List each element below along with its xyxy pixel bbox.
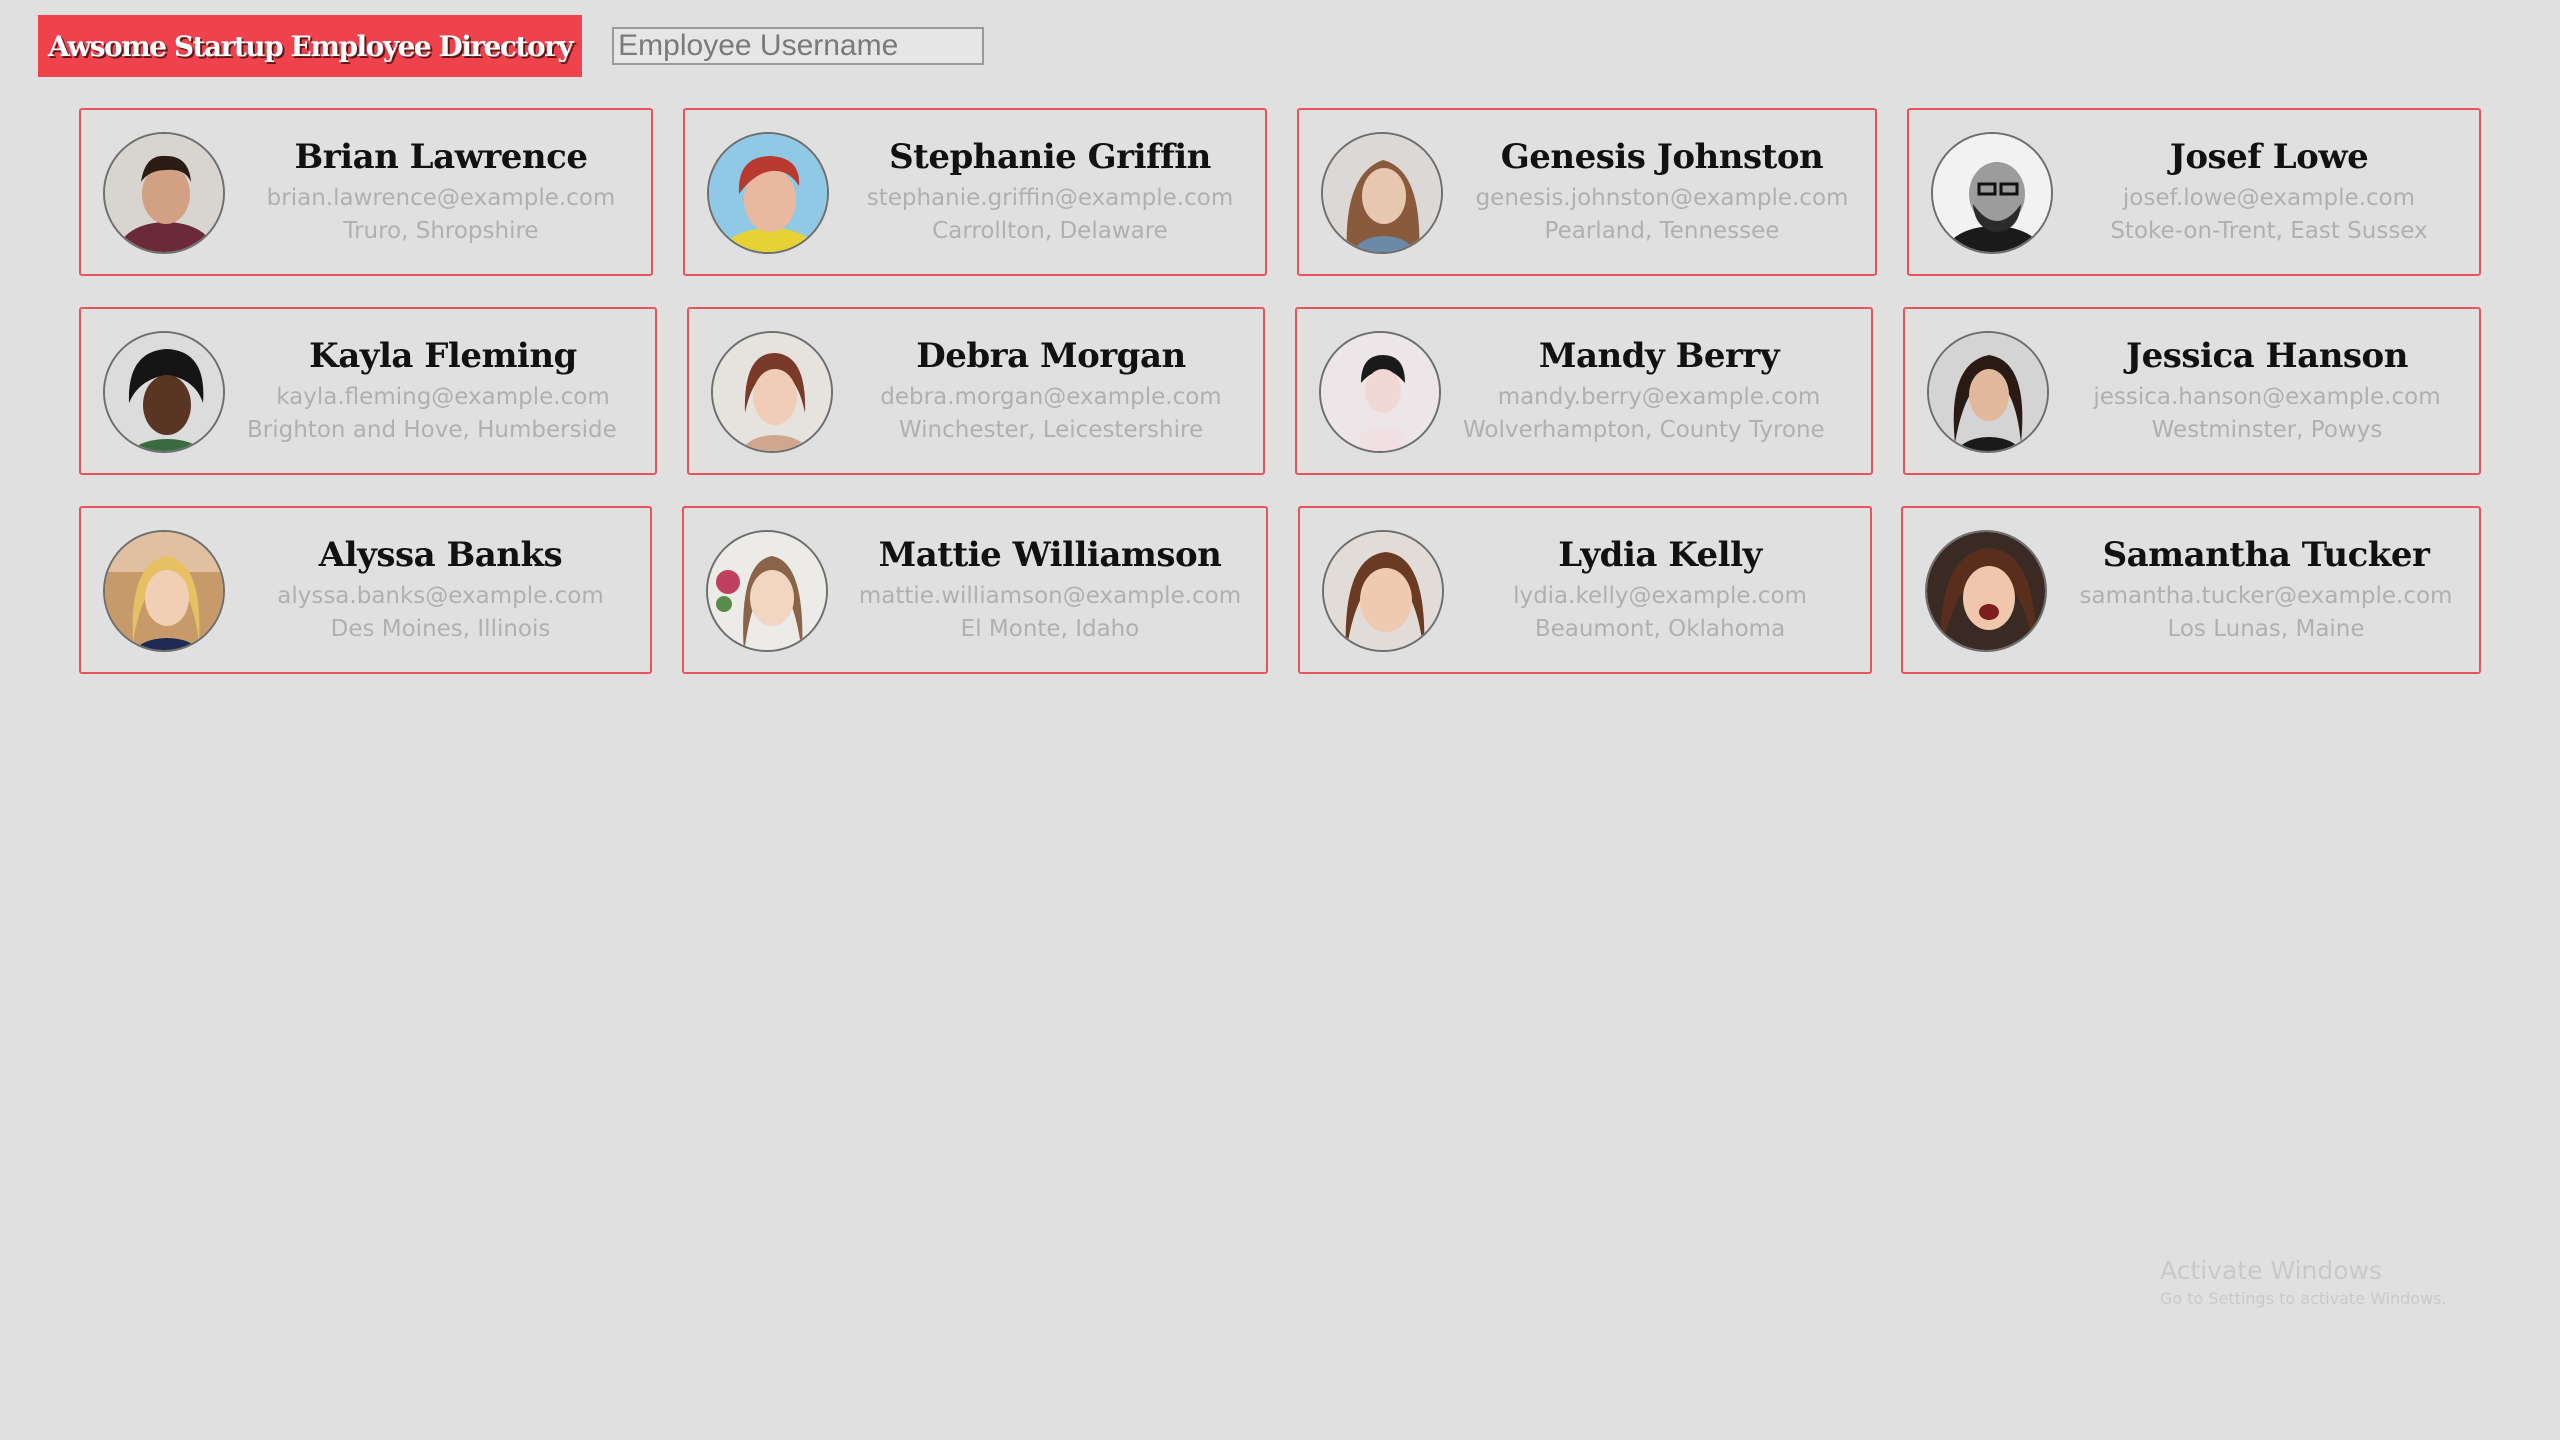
employee-location: Pearland, Tennessee	[1544, 218, 1780, 244]
avatar	[1927, 331, 2049, 453]
employee-location: Stoke-on-Trent, East Sussex	[2110, 218, 2428, 244]
avatar	[1321, 132, 1443, 254]
employee-email: samantha.tucker@example.com	[2079, 583, 2453, 609]
employee-card[interactable]: Jessica Hanson jessica.hanson@example.co…	[1903, 307, 2481, 475]
employee-email: mattie.williamson@example.com	[858, 583, 1242, 609]
employee-email: kayla.fleming@example.com	[276, 384, 610, 410]
employee-email: genesis.johnston@example.com	[1475, 185, 1849, 211]
employee-name: Lydia Kelly	[1558, 535, 1762, 575]
employee-name: Alyssa Banks	[318, 535, 563, 575]
employee-name: Mandy Berry	[1538, 336, 1780, 376]
employee-name: Debra Morgan	[916, 336, 1186, 376]
avatar	[103, 530, 225, 652]
employee-email: lydia.kelly@example.com	[1513, 583, 1807, 609]
employee-email: alyssa.banks@example.com	[277, 583, 604, 609]
employee-name: Stephanie Griffin	[889, 137, 1211, 177]
employee-email: stephanie.griffin@example.com	[866, 185, 1234, 211]
employee-location: Carrollton, Delaware	[932, 218, 1168, 244]
avatar	[711, 331, 833, 453]
watermark-subtitle: Go to Settings to activate Windows.	[2160, 1289, 2447, 1308]
employee-card[interactable]: Mattie Williamson mattie.williamson@exam…	[682, 506, 1268, 674]
employee-email: debra.morgan@example.com	[880, 384, 1222, 410]
employee-location: Winchester, Leicestershire	[898, 417, 1204, 443]
employee-card[interactable]: Genesis Johnston genesis.johnston@exampl…	[1297, 108, 1877, 276]
employee-location: Los Lunas, Maine	[2167, 616, 2365, 642]
avatar	[1322, 530, 1444, 652]
avatar	[103, 331, 225, 453]
employee-card[interactable]: Debra Morgan debra.morgan@example.com Wi…	[687, 307, 1265, 475]
employee-card[interactable]: Brian Lawrence brian.lawrence@example.co…	[79, 108, 653, 276]
activate-windows-watermark: Activate Windows Go to Settings to activ…	[2160, 1255, 2447, 1311]
employee-email: mandy.berry@example.com	[1497, 384, 1821, 410]
avatar	[103, 132, 225, 254]
employee-name: Jessica Hanson	[2126, 336, 2408, 376]
employee-card[interactable]: Alyssa Banks alyssa.banks@example.com De…	[79, 506, 652, 674]
avatar	[1319, 331, 1441, 453]
app-title: Awsome Startup Employee Directory	[38, 15, 583, 77]
directory-page: Awsome Startup Employee Directory Brian …	[0, 0, 2560, 1440]
header: Awsome Startup Employee Directory	[38, 15, 985, 77]
employee-name: Genesis Johnston	[1500, 137, 1824, 177]
employee-card[interactable]: Josef Lowe josef.lowe@example.com Stoke-…	[1907, 108, 2481, 276]
avatar	[1931, 132, 2053, 254]
avatar	[707, 132, 829, 254]
employee-card[interactable]: Mandy Berry mandy.berry@example.com Wolv…	[1295, 307, 1873, 475]
employee-location: Wolverhampton, County Tyrone	[1463, 417, 1825, 443]
employee-location: Beaumont, Oklahoma	[1534, 616, 1786, 642]
watermark-title: Activate Windows	[2160, 1256, 2382, 1285]
avatar	[706, 530, 828, 652]
employee-card[interactable]: Kayla Fleming kayla.fleming@example.com …	[79, 307, 657, 475]
employee-name: Samantha Tucker	[2102, 535, 2430, 575]
employee-email: josef.lowe@example.com	[2122, 185, 2416, 211]
employee-search-input[interactable]	[612, 27, 985, 65]
employee-location: Des Moines, Illinois	[330, 616, 551, 642]
avatar	[1925, 530, 2047, 652]
employee-email: brian.lawrence@example.com	[266, 185, 616, 211]
employee-name: Brian Lawrence	[294, 137, 588, 177]
employee-name: Mattie Williamson	[878, 535, 1222, 575]
employee-location: Truro, Shropshire	[343, 218, 539, 244]
employee-email: jessica.hanson@example.com	[2093, 384, 2441, 410]
employee-name: Josef Lowe	[2169, 137, 2369, 177]
employee-location: Brighton and Hove, Humberside	[247, 417, 617, 443]
employee-name: Kayla Fleming	[309, 336, 577, 376]
employee-card[interactable]: Samantha Tucker samantha.tucker@example.…	[1901, 506, 2481, 674]
employee-location: Westminster, Powys	[2151, 417, 2383, 443]
employee-location: El Monte, Idaho	[960, 616, 1140, 642]
employee-card[interactable]: Lydia Kelly lydia.kelly@example.com Beau…	[1298, 506, 1872, 674]
employee-card[interactable]: Stephanie Griffin stephanie.griffin@exam…	[683, 108, 1267, 276]
